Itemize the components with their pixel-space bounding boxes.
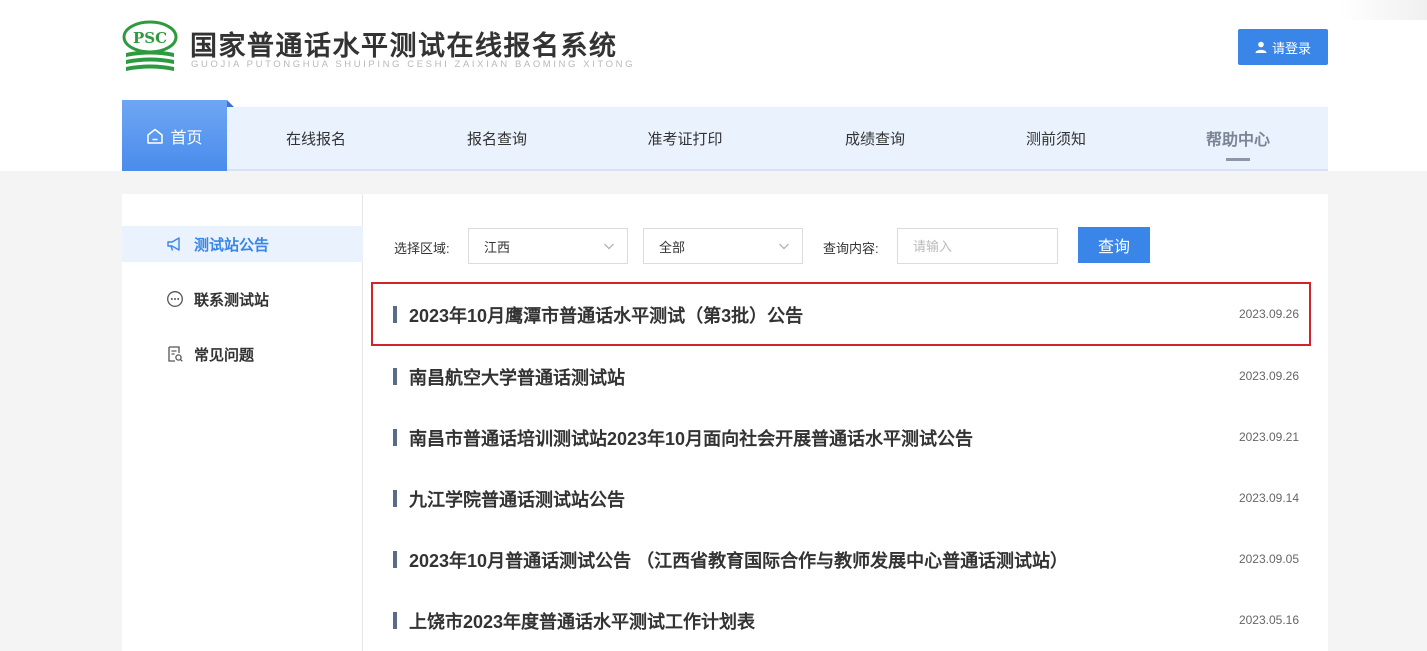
list-marker: [393, 490, 397, 507]
announcement-item[interactable]: 上饶市2023年度普通话水平测试工作计划表 2023.05.16: [371, 588, 1311, 651]
nav-item-registration-query[interactable]: 报名查询: [452, 107, 542, 169]
announcement-title: 2023年10月普通话测试公告 （江西省教育国际合作与教师发展中心普通话测试站）: [409, 551, 1069, 571]
list-marker: [393, 306, 397, 323]
sidebar-item-contact[interactable]: 联系测试站: [122, 281, 363, 317]
sidebar-label: 常见问题: [194, 346, 255, 364]
scope-select[interactable]: 全部: [643, 228, 803, 264]
nav-item-admission-ticket[interactable]: 准考证打印: [635, 107, 735, 169]
region-label: 选择区域:: [394, 241, 450, 256]
sidebar: 测试站公告 联系测试站 常见问题: [122, 194, 363, 651]
announcement-date: 2023.09.26: [1238, 369, 1299, 383]
announcement-date: 2023.05.16: [1238, 613, 1299, 627]
announcement-item[interactable]: 九江学院普通话测试站公告 2023.09.14: [371, 466, 1311, 530]
top-fade: [1340, 0, 1427, 20]
announcement-item[interactable]: 2023年10月普通话测试公告 （江西省教育国际合作与教师发展中心普通话测试站）…: [371, 527, 1311, 591]
announcement-date: 2023.09.05: [1238, 552, 1299, 566]
sidebar-item-faq[interactable]: 常见问题: [122, 336, 363, 372]
site-subtitle: GUOJIA PUTONGHUA SHUIPING CESHI ZAIXIAN …: [191, 59, 636, 70]
announcement-date: 2023.09.21: [1238, 430, 1299, 444]
site-logo[interactable]: PSC 国家普通话水平测试在线报名系统 GUOJIA PUTONGHUA SHU…: [122, 20, 662, 76]
list-marker: [393, 368, 397, 385]
list-marker: [393, 612, 397, 629]
chevron-down-icon: [604, 243, 614, 250]
sidebar-label: 测试站公告: [194, 236, 270, 254]
announcement-item[interactable]: 南昌航空大学普通话测试站 2023.09.26: [371, 344, 1311, 408]
content-panel: 测试站公告 联系测试站 常见问题 选择区域: 江西 全部 查询内容: 请输入 查…: [122, 194, 1328, 651]
region-select[interactable]: 江西: [468, 228, 628, 264]
chevron-down-icon: [779, 243, 789, 250]
announcement-title: 南昌航空大学普通话测试站: [409, 368, 625, 388]
list-marker: [393, 429, 397, 446]
query-label: 查询内容:: [823, 241, 879, 256]
sidebar-label: 联系测试站: [194, 291, 270, 309]
nav-item-home[interactable]: 首页: [122, 100, 227, 171]
document-search-icon: [168, 346, 183, 362]
query-input[interactable]: [897, 228, 1058, 264]
nav-home-fold: [227, 100, 234, 107]
home-icon: [147, 128, 164, 144]
site-title: 国家普通话水平测试在线报名系统: [190, 31, 618, 62]
announcement-title: 南昌市普通话培训测试站2023年10月面向社会开展普通话水平测试公告: [409, 429, 974, 449]
list-marker: [393, 551, 397, 568]
announcement-title: 上饶市2023年度普通话水平测试工作计划表: [409, 612, 756, 632]
scope-select-value: 全部: [659, 239, 686, 255]
sidebar-item-announcements[interactable]: 测试站公告: [122, 226, 363, 262]
main-nav: 首页 在线报名 报名查询 准考证打印 成绩查询 测前须知 帮助中心: [122, 100, 1328, 171]
announcement-title: 九江学院普通话测试站公告: [409, 490, 625, 510]
nav-item-pre-test-notes[interactable]: 测前须知: [1011, 107, 1101, 169]
login-label: 请登录: [1271, 40, 1311, 56]
region-select-value: 江西: [484, 239, 511, 255]
announcement-title: 2023年10月鹰潭市普通话水平测试（第3批）公告: [409, 306, 804, 326]
announcement-date: 2023.09.14: [1238, 491, 1299, 505]
announcement-date: 2023.09.26: [1238, 307, 1299, 321]
announcement-item[interactable]: 南昌市普通话培训测试站2023年10月面向社会开展普通话水平测试公告 2023.…: [371, 405, 1311, 469]
search-button[interactable]: 查询: [1078, 227, 1150, 263]
login-button[interactable]: 请登录: [1238, 29, 1328, 65]
nav-home-label: 首页: [170, 129, 203, 147]
nav-item-score-query[interactable]: 成绩查询: [830, 107, 920, 169]
logo-mark-text: PSC: [133, 29, 167, 47]
chat-bubble-icon: [167, 291, 183, 307]
user-icon: [1255, 41, 1267, 53]
nav-active-indicator: [1226, 158, 1250, 161]
nav-item-online-registration[interactable]: 在线报名: [271, 107, 361, 169]
megaphone-icon: [167, 237, 180, 251]
psc-logo-icon: PSC: [122, 20, 178, 71]
announcement-item[interactable]: 2023年10月鹰潭市普通话水平测试（第3批）公告 2023.09.26: [371, 282, 1311, 346]
